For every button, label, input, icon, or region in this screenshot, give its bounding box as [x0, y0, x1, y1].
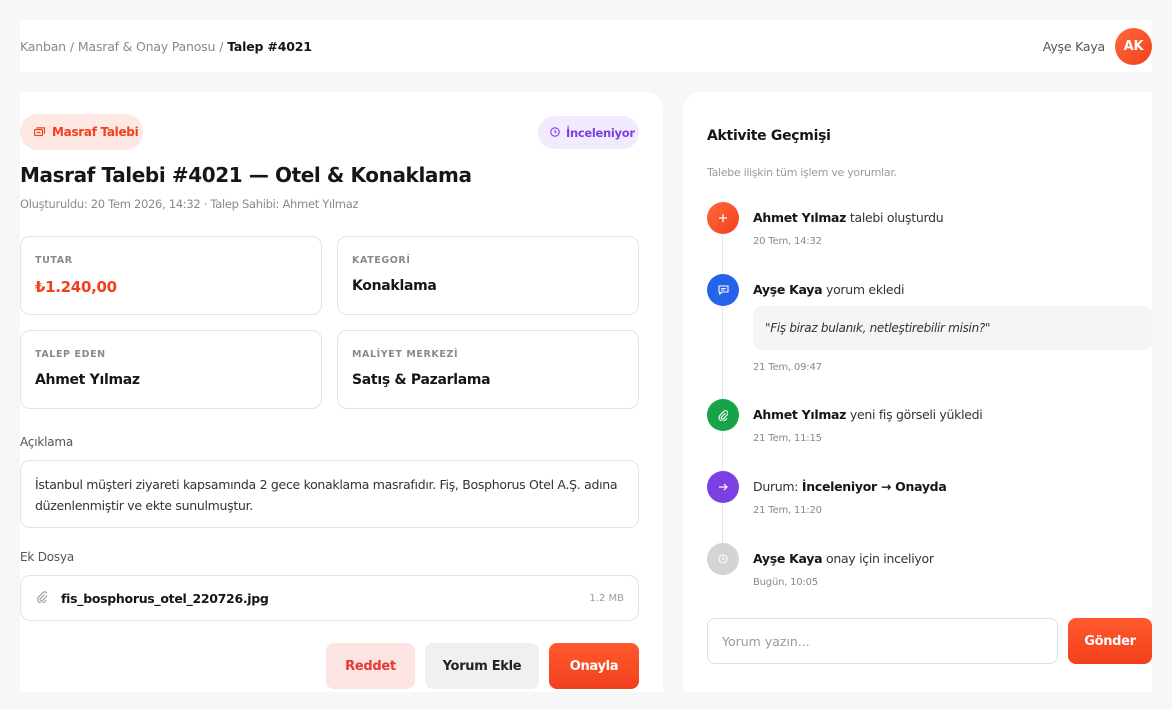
amount-value: ₺1.240,00 [35, 278, 117, 296]
attachment-label: Ek Dosya [20, 550, 75, 564]
comment-quote: "Fiş biraz bulanık, netleştirebilir misi… [753, 306, 1152, 350]
description-text: İstanbul müşteri ziyareti kapsamında 2 g… [20, 460, 639, 528]
approve-button[interactable]: Onayla [549, 643, 639, 689]
request-type-tag: Masraf Talebi [20, 114, 143, 150]
comment-icon [707, 274, 739, 306]
cost-center-field: MALİYET MERKEZİ Satış & Pazarlama [337, 330, 639, 409]
page-title: Masraf Talebi #4021 — Otel & Konaklama [20, 163, 472, 187]
activity-subtitle: Talebe ilişkin tüm işlem ve yorumlar. [707, 166, 897, 179]
event-time: 21 Tem, 09:47 [753, 362, 822, 373]
status-badge: İnceleniyor [538, 116, 639, 149]
event-text: Ahmet Yılmaz yeni fiş görseli yükledi [753, 407, 983, 422]
event-time: 21 Tem, 11:15 [753, 433, 822, 444]
paperclip-icon [707, 399, 739, 431]
paperclip-icon [37, 590, 61, 607]
requester-value: Ahmet Yılmaz [35, 372, 140, 388]
breadcrumb-separator: / [69, 38, 74, 54]
event-status-change: İnceleniyor → Onayda [801, 479, 947, 494]
amount-label: TUTAR [35, 255, 73, 266]
event-text: Ayşe Kaya onay için inceliyor [753, 551, 934, 566]
event-time: 21 Tem, 11:20 [753, 505, 822, 516]
user-menu[interactable]: Ayşe Kaya AK [1042, 27, 1152, 65]
event-actor: Ahmet Yılmaz [753, 407, 847, 422]
plus-icon [707, 202, 739, 234]
receipt-icon [33, 125, 46, 139]
add-comment-button[interactable]: Yorum Ekle [425, 643, 539, 689]
clock-icon [550, 126, 560, 140]
activity-title: Aktivite Geçmişi [707, 128, 831, 144]
category-value: Konaklama [352, 278, 437, 294]
send-button[interactable]: Gönder [1068, 618, 1152, 664]
event-actor: Ayşe Kaya [753, 551, 823, 566]
event-action: yorum ekledi [825, 282, 905, 297]
attachment-item[interactable]: fis_bosphorus_otel_220726.jpg 1.2 MB [20, 575, 639, 621]
category-label: KATEGORİ [352, 255, 411, 266]
requester-label: TALEP EDEN [35, 349, 106, 360]
clock-icon [707, 543, 739, 575]
avatar[interactable]: AK [1115, 27, 1152, 65]
request-detail-card: Masraf Talebi İnceleniyor Masraf Talebi … [20, 92, 663, 692]
breadcrumb-current: Talep #4021 [227, 38, 312, 54]
event-time: 20 Tem, 14:32 [753, 236, 822, 247]
event-time: Bugün, 10:05 [753, 577, 818, 588]
category-field: KATEGORİ Konaklama [337, 236, 639, 315]
event-text: Ahmet Yılmaz talebi oluşturdu [753, 210, 944, 225]
timeline-line [722, 218, 723, 558]
activity-panel: Aktivite Geçmişi Talebe ilişkin tüm işle… [683, 92, 1152, 692]
breadcrumb: Kanban / Masraf & Onay Panosu / Talep #4… [20, 39, 312, 54]
status-label: İnceleniyor [566, 125, 635, 140]
description-label: Açıklama [20, 435, 74, 449]
event-text: Durum: İnceleniyor → Onayda [753, 479, 947, 494]
event-action: yeni fiş görseli yükledi [849, 407, 983, 422]
cost-center-label: MALİYET MERKEZİ [352, 349, 459, 360]
event-action: onay için inceliyor [825, 551, 934, 566]
event-text: Ayşe Kaya yorum ekledi [753, 282, 904, 297]
requester-field: TALEP EDEN Ahmet Yılmaz [20, 330, 322, 409]
attachment-size: 1.2 MB [589, 592, 624, 604]
top-bar: Kanban / Masraf & Onay Panosu / Talep #4… [20, 20, 1152, 72]
breadcrumb-kanban[interactable]: Kanban [20, 39, 66, 54]
breadcrumb-separator: / [219, 38, 224, 54]
amount-field: TUTAR ₺1.240,00 [20, 236, 322, 315]
event-actor: Ahmet Yılmaz [753, 210, 847, 225]
breadcrumb-board[interactable]: Masraf & Onay Panosu [78, 39, 215, 54]
request-meta: Oluşturuldu: 20 Tem 2026, 14:32 · Talep … [20, 197, 359, 211]
cost-center-value: Satış & Pazarlama [352, 372, 491, 388]
arrow-right-icon [707, 471, 739, 503]
reject-button[interactable]: Reddet [326, 643, 415, 689]
user-name: Ayşe Kaya [1042, 38, 1105, 54]
event-prefix: Durum: [753, 479, 799, 494]
event-actor: Ayşe Kaya [753, 282, 823, 297]
request-type-label: Masraf Talebi [52, 125, 139, 139]
attachment-name: fis_bosphorus_otel_220726.jpg [61, 590, 269, 606]
event-action: talebi oluşturdu [849, 210, 944, 225]
comment-input[interactable] [707, 618, 1058, 664]
